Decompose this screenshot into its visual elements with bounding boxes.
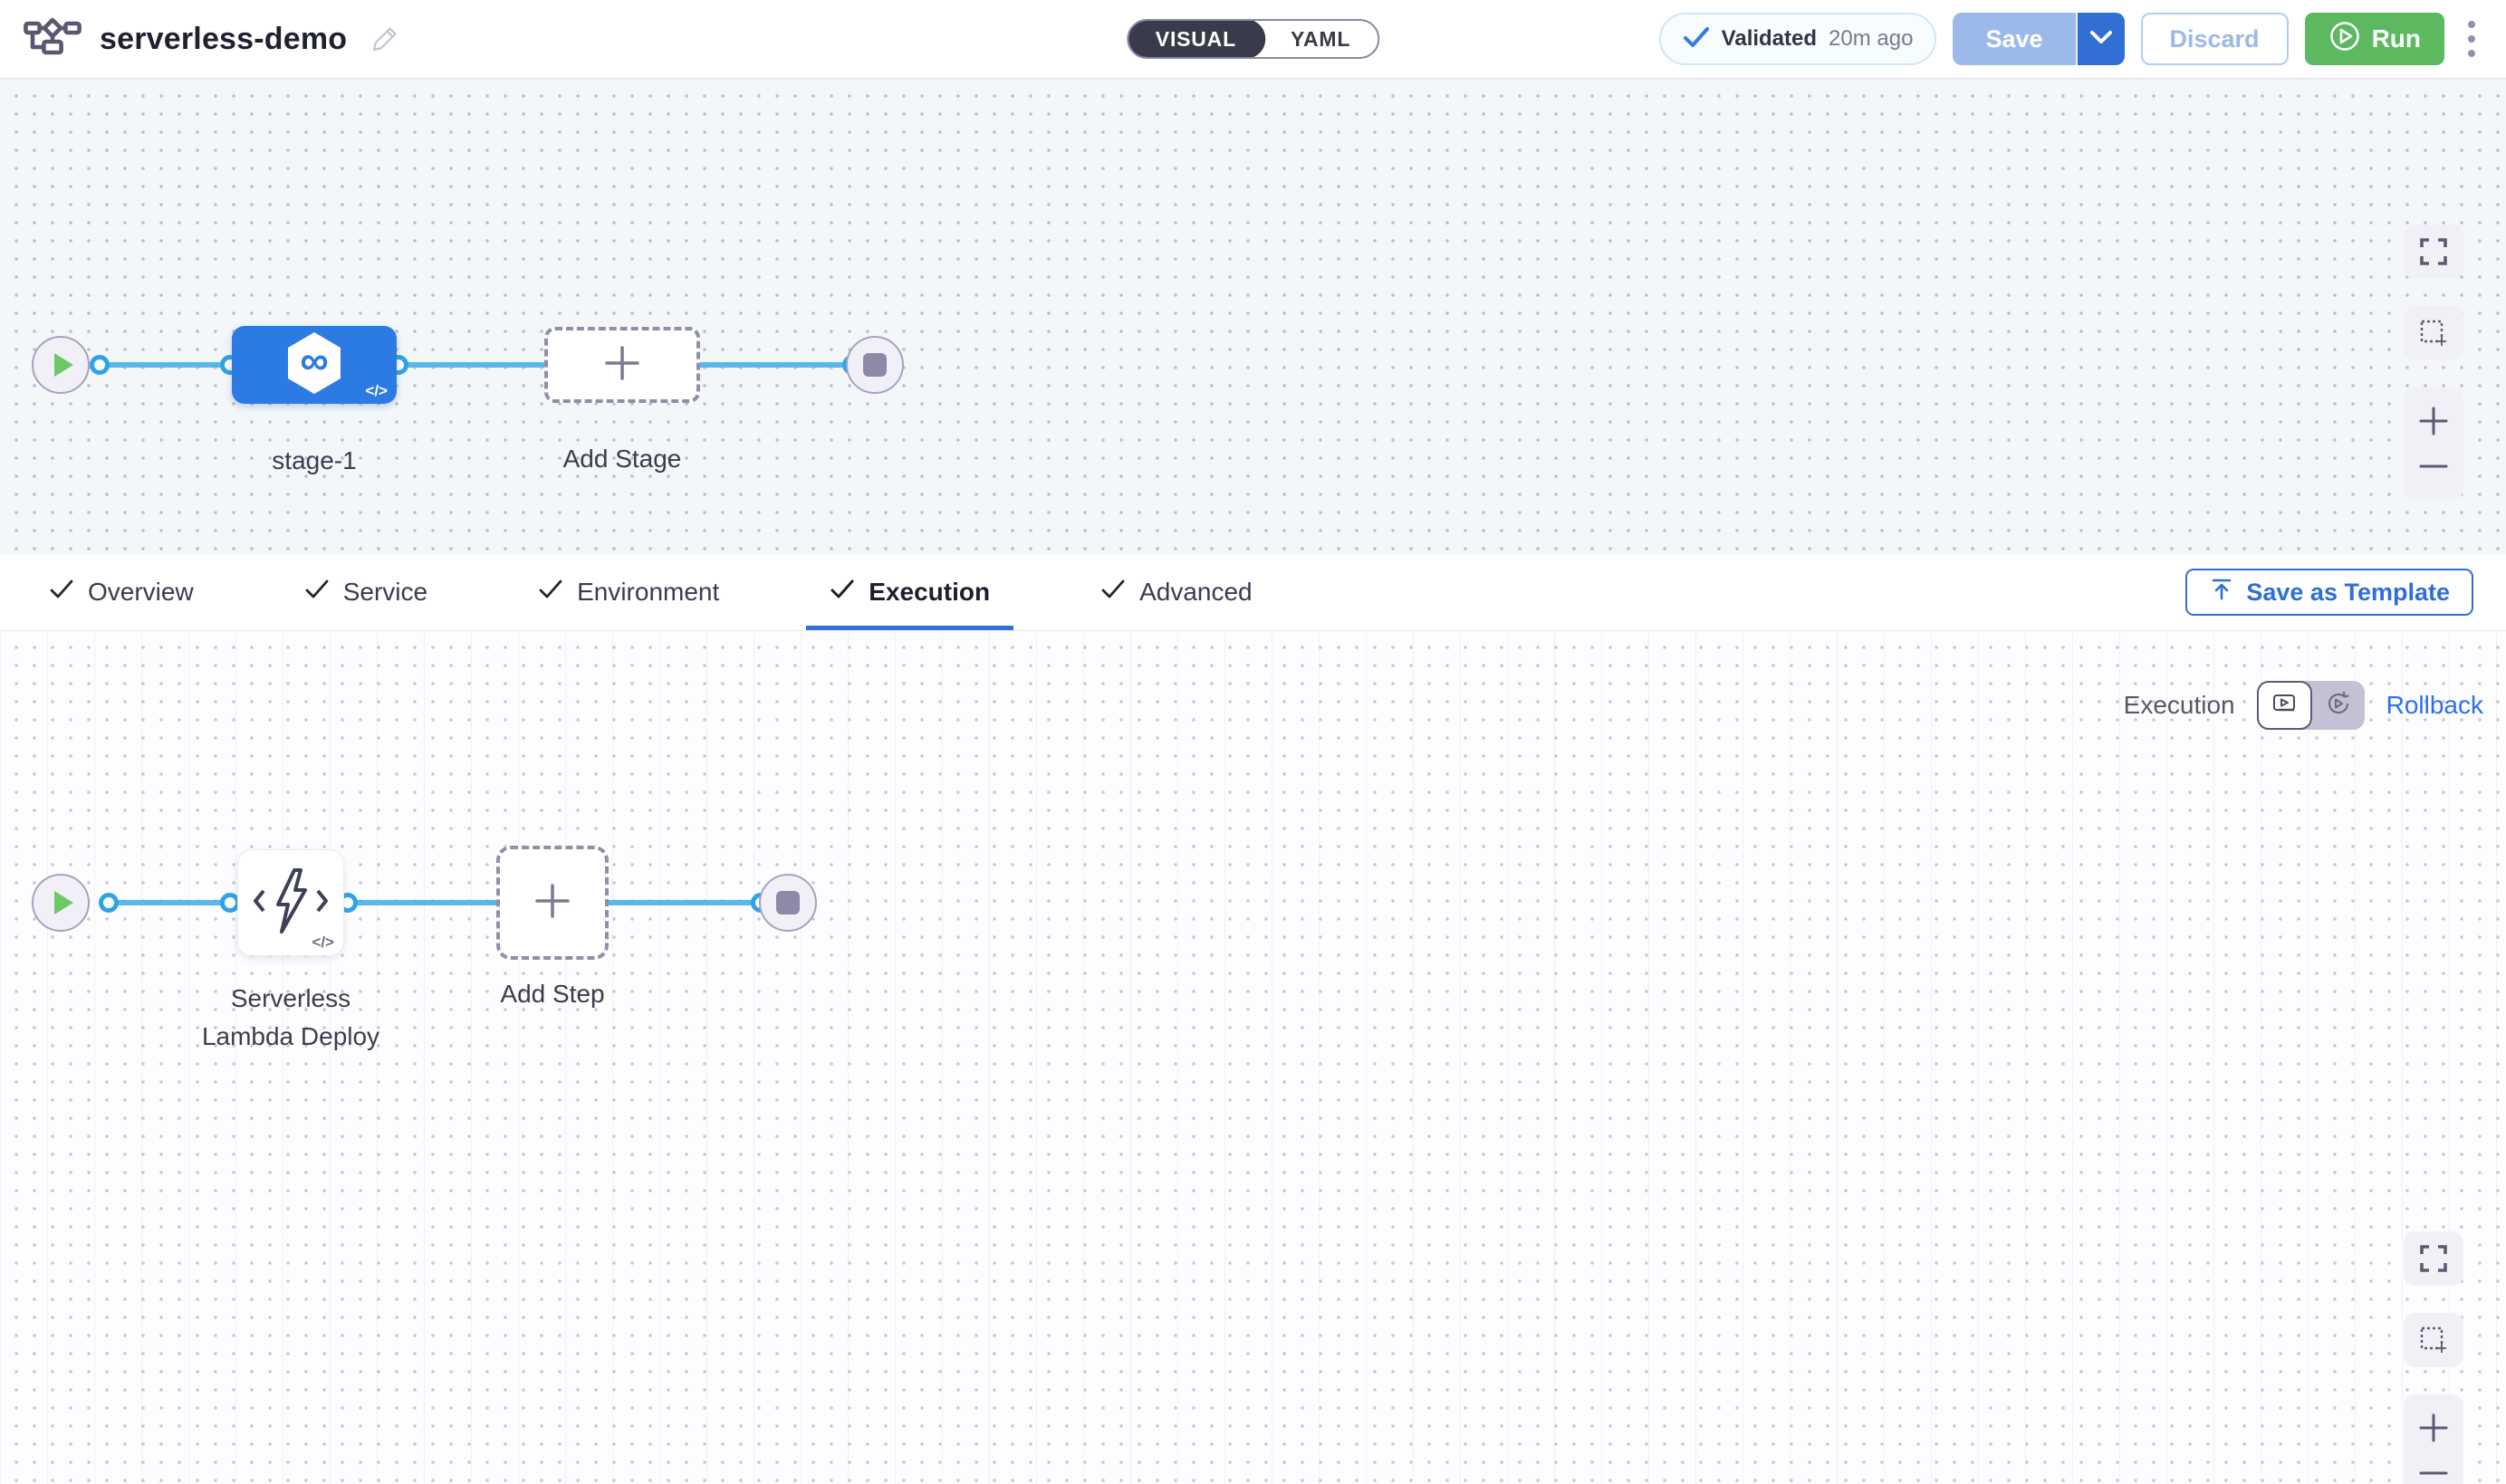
validated-time: 20m ago — [1829, 26, 1913, 52]
deploy-stage-hexagon-icon: ∞ — [284, 330, 344, 400]
toggle-yaml[interactable]: YAML — [1263, 19, 1378, 59]
upload-icon — [2209, 577, 2234, 608]
run-play-icon — [2328, 20, 2361, 59]
header-title-group: serverless-demo — [24, 16, 399, 62]
zoom-out-button[interactable] — [2404, 444, 2463, 489]
save-as-template-label: Save as Template — [2246, 579, 2450, 607]
check-icon — [49, 578, 74, 607]
zoom-in-button[interactable] — [2404, 1405, 2463, 1450]
start-node — [32, 874, 90, 932]
marquee-select-button[interactable] — [2404, 306, 2463, 360]
toggle-visual[interactable]: VISUAL — [1127, 19, 1265, 59]
execution-graph-canvas: Execution — [0, 631, 2506, 1484]
visual-yaml-toggle: VISUAL YAML — [1127, 19, 1379, 59]
validated-badge[interactable]: Validated 20m ago — [1659, 13, 1937, 65]
edge-step-addstep — [346, 900, 500, 905]
edit-title-icon[interactable] — [370, 24, 399, 53]
save-as-template-button[interactable]: Save as Template — [2185, 569, 2473, 616]
port — [90, 355, 110, 375]
svg-text:∞: ∞ — [300, 339, 328, 383]
start-play-icon — [54, 891, 73, 914]
check-icon — [830, 578, 855, 607]
check-icon — [538, 578, 563, 607]
save-button[interactable]: Save — [1953, 13, 2075, 65]
plus-icon — [532, 880, 573, 926]
zoom-in-button[interactable] — [2404, 398, 2463, 444]
stage-config-tabbar: Overview Service Environment Execution A… — [0, 554, 2506, 631]
edge-addstep-end — [607, 900, 763, 905]
zoom-controls — [2404, 388, 2463, 500]
fullscreen-button[interactable] — [2404, 1231, 2463, 1286]
more-options-menu-icon[interactable] — [2461, 15, 2482, 62]
execution-mode-segment[interactable] — [2257, 681, 2313, 730]
discard-button[interactable]: Discard — [2141, 13, 2289, 65]
tab-service[interactable]: Service — [281, 554, 451, 630]
fullscreen-button[interactable] — [2404, 225, 2463, 279]
execution-canvas-controls — [2404, 1231, 2463, 1484]
rollback-link[interactable]: Rollback — [2386, 691, 2483, 720]
stop-square-icon — [863, 353, 887, 377]
execution-mode-label: Execution — [2124, 691, 2235, 720]
check-icon — [1100, 578, 1126, 607]
step-node-serverless-lambda-deploy[interactable]: </> — [237, 849, 344, 956]
stage-canvas-controls — [2404, 225, 2463, 500]
run-label: Run — [2372, 24, 2421, 53]
zoom-out-button[interactable] — [2404, 1450, 2463, 1484]
header-bar: serverless-demo VISUAL YAML Validated 20… — [0, 0, 2506, 80]
tab-label: Overview — [88, 578, 194, 607]
execution-rollback-toggle — [2257, 681, 2365, 730]
code-view-badge: </> — [365, 382, 388, 400]
plus-icon — [601, 342, 643, 388]
code-view-badge: </> — [312, 933, 334, 952]
run-button[interactable]: Run — [2305, 13, 2444, 65]
start-node — [32, 336, 90, 394]
save-options-caret[interactable] — [2076, 13, 2125, 65]
rollback-mode-segment[interactable] — [2312, 681, 2365, 730]
tab-label: Advanced — [1139, 578, 1253, 607]
header-actions: Validated 20m ago Save Discard — [1659, 13, 2482, 65]
serverless-lambda-icon — [251, 866, 331, 940]
stage-graph-canvas: ∞ </> stage-1 Add Stage — [0, 80, 2506, 554]
add-step-label: Add Step — [462, 975, 643, 1013]
save-split-button: Save — [1953, 13, 2124, 65]
validated-label: Validated — [1722, 26, 1817, 52]
tab-label: Environment — [577, 578, 719, 607]
tab-environment[interactable]: Environment — [514, 554, 743, 630]
marquee-select-button[interactable] — [2404, 1313, 2463, 1367]
stop-square-icon — [776, 891, 800, 914]
tab-label: Service — [343, 578, 427, 607]
execution-mode-row: Execution — [2124, 681, 2483, 730]
validated-check-icon — [1683, 25, 1710, 53]
add-stage-button[interactable] — [544, 327, 700, 403]
rerun-circle-icon — [2325, 690, 2352, 722]
stage-node-stage-1[interactable]: ∞ </> — [232, 326, 397, 404]
port — [99, 893, 119, 913]
pipeline-icon — [24, 16, 82, 62]
tab-advanced[interactable]: Advanced — [1077, 554, 1276, 630]
edge-addstage-end — [698, 362, 854, 368]
tab-execution[interactable]: Execution — [806, 554, 1013, 630]
check-icon — [304, 578, 330, 607]
chevron-down-icon — [2089, 30, 2113, 49]
stage-label: stage-1 — [224, 442, 405, 480]
end-node — [846, 336, 904, 394]
edge-start-stage1 — [98, 362, 232, 368]
play-panel-icon — [2271, 690, 2298, 722]
edge-stage1-addstage — [397, 362, 546, 368]
start-play-icon — [54, 353, 73, 377]
add-step-button[interactable] — [496, 846, 609, 960]
zoom-controls — [2404, 1394, 2463, 1484]
tab-label: Execution — [869, 578, 990, 607]
tab-overview[interactable]: Overview — [25, 554, 217, 630]
step-label: Serverless Lambda Deploy — [187, 980, 395, 1056]
page-title: serverless-demo — [100, 22, 347, 57]
pipeline-studio: serverless-demo VISUAL YAML Validated 20… — [0, 0, 2506, 1484]
add-stage-label: Add Stage — [532, 440, 713, 478]
end-node — [759, 874, 817, 932]
